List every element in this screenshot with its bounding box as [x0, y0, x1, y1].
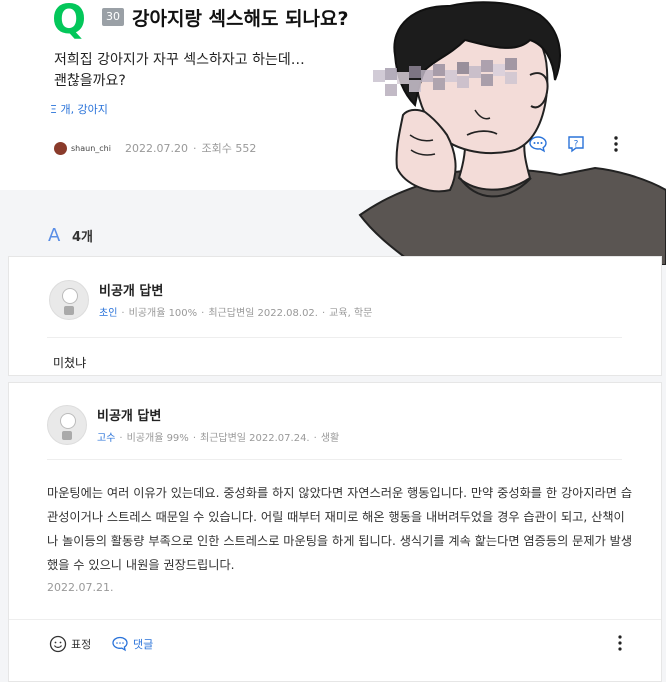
- question-views: 조회수 552: [201, 142, 257, 155]
- divider: [47, 459, 622, 460]
- answer-field: 생활: [320, 433, 340, 444]
- answer-recent: 최근답변일 2022.08.02.: [208, 308, 318, 319]
- question-body-line: 저희집 강아지가 자꾸 섹스하자고 하는데…: [54, 52, 305, 68]
- question-body-line: 괜찮을까요?: [54, 73, 126, 89]
- question-number: 30: [102, 8, 124, 26]
- answer-meta: 초인 · 비공개율 100% · 최근답변일 2022.08.02. · 교육, 학문: [99, 308, 373, 319]
- question-mark: Q: [52, 0, 87, 43]
- reaction-label: 표정: [71, 638, 92, 651]
- comment-button[interactable]: 댓글: [111, 635, 153, 653]
- question-title: 강아지랑 섹스해도 되나요?: [132, 8, 349, 30]
- answer-rate: 비공개율 100%: [128, 308, 198, 319]
- answer-meta: 고수 · 비공개율 99% · 최근답변일 2022.07.24. · 생활: [97, 433, 340, 444]
- anonymous-avatar: [49, 280, 89, 320]
- reaction-button[interactable]: 표정: [49, 635, 91, 653]
- more-icon[interactable]: [611, 633, 629, 653]
- chat-icon: [112, 636, 128, 652]
- answer-line: 했을 수 있으니 내원을 권장드립니다.: [47, 558, 235, 572]
- answer-author: 비공개 답변: [99, 284, 164, 299]
- question-date: 2022.07.20: [124, 141, 188, 155]
- author-name[interactable]: shaun_chi: [71, 144, 111, 153]
- answer-card: 비공개 답변 고수 · 비공개율 99% · 최근답변일 2022.07.24. · 생활 …: [8, 382, 662, 682]
- divider: [9, 619, 661, 620]
- answer-text: 마운팅에는 여러 이유가 있는데요. 중성화를 하지 않았다면 자연스러운 행동…: [47, 481, 632, 577]
- smile-icon: [49, 635, 67, 653]
- answer-card: 비공개 답변 초인 · 비공개율 100% · 최근답변일 2022.08.02. · 교육…: [8, 256, 662, 376]
- answer-field: 교육, 학문: [329, 308, 373, 319]
- answer-rank[interactable]: 고수: [97, 433, 115, 444]
- answer-author: 비공개 답변: [97, 409, 162, 424]
- answer-date: 2022.07.21.: [47, 581, 114, 594]
- lock-icon: [64, 306, 74, 315]
- answer-line: 마운팅에는 여러 이유가 있는데요. 중성화를 하지 않았다면 자연스러운 행동…: [47, 486, 633, 500]
- answer-count: 4개: [72, 230, 94, 245]
- author-avatar[interactable]: [54, 141, 67, 155]
- comment-label: 댓글: [133, 638, 154, 651]
- answer-rank[interactable]: 초인: [99, 308, 117, 319]
- question-body: 저희집 강아지가 자꾸 섹스하자고 하는데… 괜찮을까요?: [54, 50, 354, 92]
- question-meta: shaun_chi 2022.07.20 · 조회수 552: [54, 140, 256, 156]
- question-tags[interactable]: Ξ 개, 강아지: [50, 101, 108, 117]
- meta-separator: ·: [192, 141, 197, 155]
- answer-line: 나 놀이등의 활동량 부족으로 인한 스트레스로 마운팅을 하게 됩니다. 생식…: [47, 534, 633, 548]
- lock-icon: [62, 431, 72, 440]
- answer-recent: 최근답변일 2022.07.24.: [200, 433, 310, 444]
- anonymous-avatar: [47, 405, 87, 445]
- answer-line: 관성이거나 스트레스 때문일 수 있습니다. 어릴 때부터 재미로 해온 행동을…: [47, 510, 625, 524]
- answer-mark: A: [48, 225, 61, 246]
- answer-rate: 비공개율 99%: [126, 433, 189, 444]
- divider: [47, 337, 622, 338]
- face-palm-drawing: [358, 1, 666, 265]
- answer-text: 미쳤냐: [53, 356, 87, 370]
